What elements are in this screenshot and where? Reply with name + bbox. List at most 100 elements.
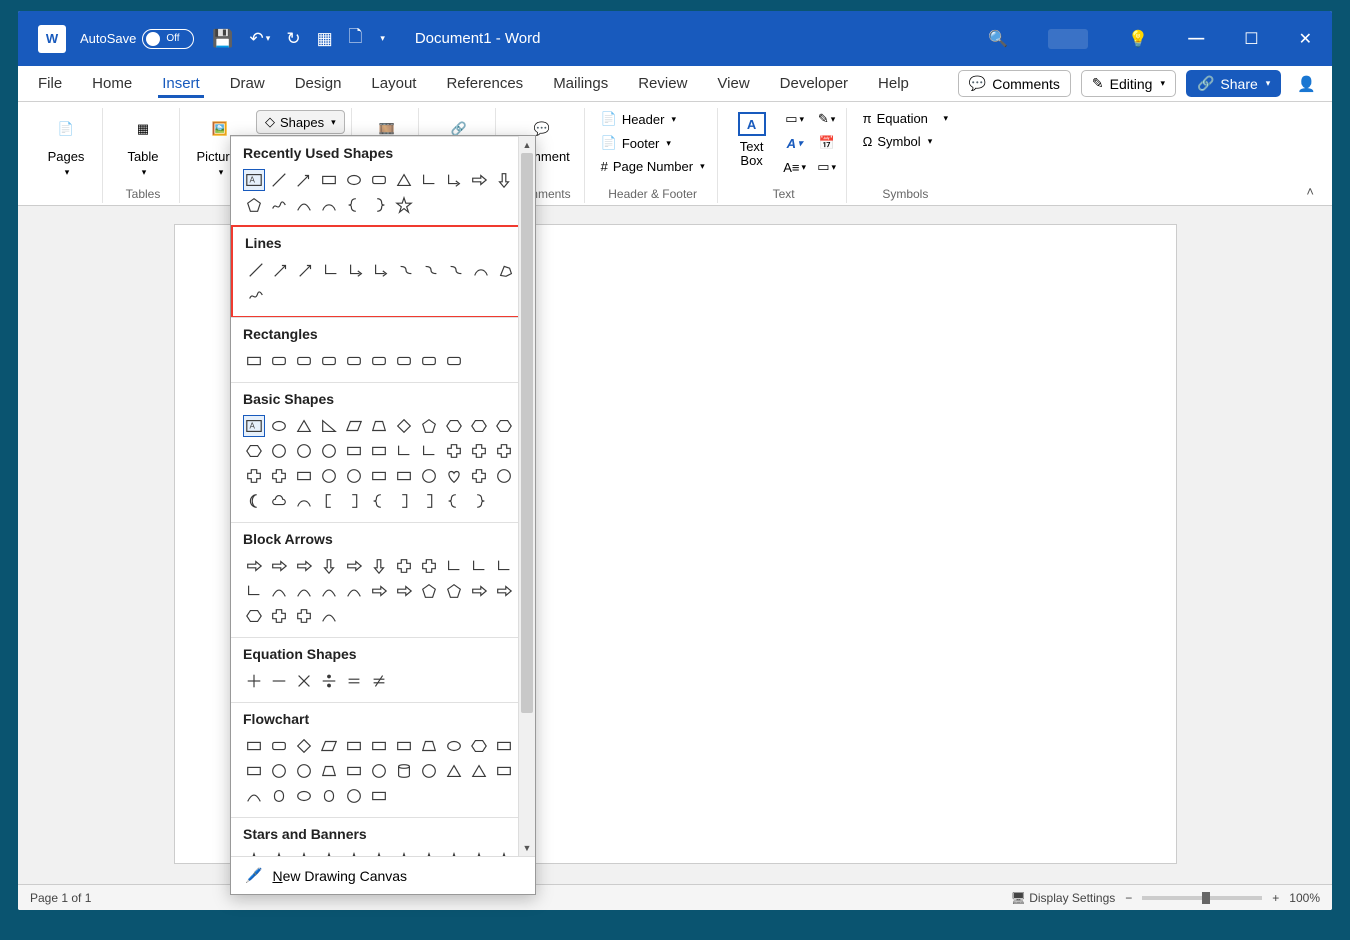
shape-option[interactable] xyxy=(443,850,465,856)
qat-customize-icon[interactable]: ▾ xyxy=(378,33,385,44)
tab-mailings[interactable]: Mailings xyxy=(549,69,612,98)
shape-option[interactable]: A xyxy=(243,169,265,191)
tab-file[interactable]: File xyxy=(34,69,66,98)
shape-option[interactable] xyxy=(268,580,290,602)
shape-option[interactable] xyxy=(343,440,365,462)
shape-option[interactable] xyxy=(368,785,390,807)
shape-option[interactable] xyxy=(418,580,440,602)
shape-option[interactable] xyxy=(343,735,365,757)
shape-option[interactable] xyxy=(293,194,315,216)
shape-option[interactable] xyxy=(343,785,365,807)
shape-option[interactable] xyxy=(368,415,390,437)
shape-option[interactable] xyxy=(418,760,440,782)
quick-parts-button[interactable]: ▭▾ xyxy=(782,108,808,130)
shape-option[interactable] xyxy=(343,850,365,856)
shape-option[interactable] xyxy=(293,605,315,627)
signature-line-button[interactable]: ✎▾ xyxy=(814,108,840,130)
shape-option[interactable] xyxy=(243,670,265,692)
shape-option[interactable] xyxy=(393,490,415,512)
qat-table-icon[interactable]: 🗋 xyxy=(349,24,363,53)
pages-button[interactable]: 📄 Pages▾ xyxy=(36,108,96,183)
tab-references[interactable]: References xyxy=(442,69,527,98)
maximize-button[interactable]: ☐ xyxy=(1244,29,1258,49)
shape-option[interactable] xyxy=(318,735,340,757)
minimize-button[interactable]: ― xyxy=(1188,30,1204,48)
shape-option[interactable] xyxy=(393,194,415,216)
shape-option[interactable] xyxy=(243,555,265,577)
shape-option[interactable] xyxy=(293,490,315,512)
shape-option[interactable] xyxy=(293,670,315,692)
shape-option[interactable] xyxy=(318,440,340,462)
shape-option[interactable] xyxy=(343,194,365,216)
shape-option[interactable] xyxy=(418,555,440,577)
tab-developer[interactable]: Developer xyxy=(776,69,852,98)
shape-option[interactable] xyxy=(368,850,390,856)
shape-option[interactable] xyxy=(345,259,367,281)
shape-option[interactable] xyxy=(268,415,290,437)
tab-draw[interactable]: Draw xyxy=(226,69,269,98)
editing-mode-button[interactable]: ✎ Editing▾ xyxy=(1081,70,1176,97)
shape-option[interactable] xyxy=(268,465,290,487)
shape-option[interactable] xyxy=(393,850,415,856)
scroll-down-arrow-icon[interactable]: ▼ xyxy=(519,839,535,856)
shape-option[interactable] xyxy=(468,465,490,487)
shape-option[interactable] xyxy=(443,735,465,757)
shape-option[interactable] xyxy=(243,490,265,512)
shape-option[interactable] xyxy=(468,555,490,577)
shape-option[interactable] xyxy=(393,760,415,782)
shape-option[interactable] xyxy=(245,284,267,306)
shape-option[interactable] xyxy=(318,415,340,437)
shape-option[interactable] xyxy=(243,440,265,462)
shape-option[interactable] xyxy=(468,580,490,602)
shape-option[interactable] xyxy=(393,735,415,757)
shape-option[interactable] xyxy=(368,735,390,757)
shape-option[interactable] xyxy=(393,169,415,191)
shape-option[interactable] xyxy=(318,169,340,191)
shape-option[interactable] xyxy=(368,169,390,191)
object-button[interactable]: ▭▾ xyxy=(814,156,840,178)
shape-option[interactable] xyxy=(343,760,365,782)
shape-option[interactable] xyxy=(243,580,265,602)
shape-option[interactable] xyxy=(393,440,415,462)
shape-option[interactable] xyxy=(268,670,290,692)
shape-option[interactable] xyxy=(318,760,340,782)
shape-option[interactable] xyxy=(270,259,292,281)
redo-button[interactable]: ↻ xyxy=(286,29,300,49)
collapse-ribbon-button[interactable]: ˄ xyxy=(1306,184,1314,199)
tab-design[interactable]: Design xyxy=(291,69,346,98)
shape-option[interactable] xyxy=(443,760,465,782)
comments-button[interactable]: 💬 Comments xyxy=(958,70,1071,97)
tab-home[interactable]: Home xyxy=(88,69,136,98)
shape-option[interactable] xyxy=(293,169,315,191)
shape-option[interactable] xyxy=(443,465,465,487)
shapes-button[interactable]: ◇ Shapes ▾ xyxy=(256,110,345,134)
shape-option[interactable] xyxy=(268,850,290,856)
zoom-in-button[interactable]: + xyxy=(1272,891,1279,905)
search-icon[interactable]: 🔍 xyxy=(988,29,1008,49)
shape-option[interactable] xyxy=(243,785,265,807)
account-icon[interactable]: 👤 xyxy=(1297,75,1316,93)
shape-option[interactable] xyxy=(293,735,315,757)
ribbon-display-placeholder[interactable] xyxy=(1048,29,1088,49)
shape-option[interactable] xyxy=(293,555,315,577)
shape-option[interactable] xyxy=(493,440,515,462)
shape-option[interactable] xyxy=(418,850,440,856)
shape-option[interactable] xyxy=(443,490,465,512)
shape-option[interactable] xyxy=(443,415,465,437)
display-settings-button[interactable]: 🖥 Display Settings xyxy=(1011,891,1116,905)
scroll-up-arrow-icon[interactable]: ▲ xyxy=(519,136,535,153)
zoom-out-button[interactable]: − xyxy=(1125,891,1132,905)
shape-option[interactable] xyxy=(343,580,365,602)
header-button[interactable]: 📄 Header▾ xyxy=(595,108,711,130)
page-number-button[interactable]: # Page Number▾ xyxy=(595,156,711,177)
qat-grid-icon[interactable]: ▦ xyxy=(317,29,333,49)
shape-option[interactable] xyxy=(318,850,340,856)
shape-option[interactable] xyxy=(393,350,415,372)
shape-option[interactable] xyxy=(268,440,290,462)
text-box-button[interactable]: A Text Box xyxy=(728,108,776,173)
shape-option[interactable] xyxy=(368,440,390,462)
shape-option[interactable]: A xyxy=(243,415,265,437)
undo-button[interactable]: ↶▾ xyxy=(250,29,271,49)
shape-option[interactable] xyxy=(495,259,517,281)
shape-option[interactable] xyxy=(293,415,315,437)
